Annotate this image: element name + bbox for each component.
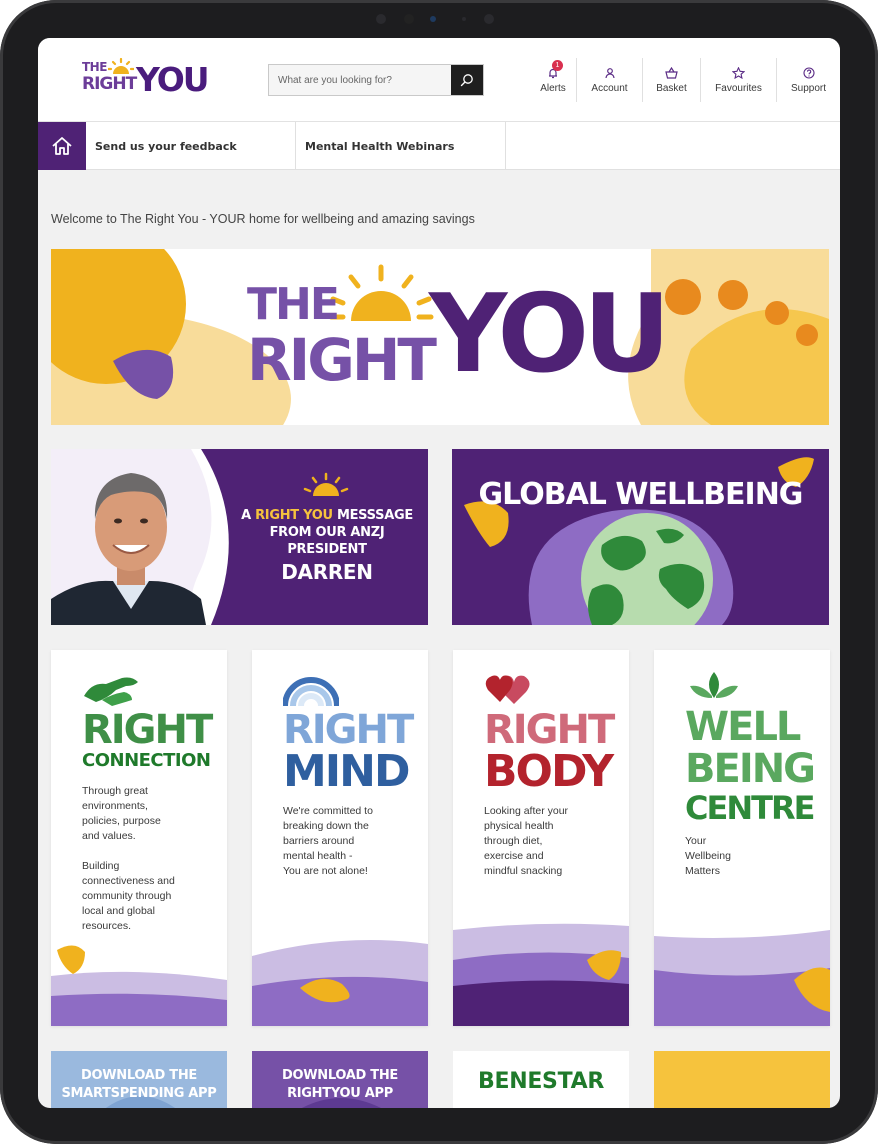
card4-title3: CENTRE <box>685 789 815 827</box>
message-a: A <box>241 508 256 523</box>
welcome-text: Welcome to The Right You - YOUR home for… <box>51 212 475 226</box>
card3-wave <box>453 923 629 1026</box>
smartspending-line1: DOWNLOAD THE <box>81 1068 197 1083</box>
card-right-connection[interactable]: RIGHT CONNECTION Through great environme… <box>51 650 227 1026</box>
feedback-link[interactable]: Send us your feedback <box>86 122 296 170</box>
rainbow-icon <box>283 677 339 706</box>
card3-title2: BODY <box>484 746 614 797</box>
alerts-badge: 1 <box>552 60 563 71</box>
search-input[interactable] <box>269 65 453 95</box>
card4-desc: Your Wellbeing Matters <box>685 835 731 877</box>
rightyou-app-card[interactable]: DOWNLOAD THE RIGHTYOU APP <box>252 1051 428 1108</box>
search-bar <box>268 64 484 96</box>
president-name: DARREN <box>281 560 373 584</box>
hero-you: YOU <box>429 272 671 397</box>
site-header: THE RIGHT YOU 1 <box>38 38 840 122</box>
help-icon <box>802 66 815 79</box>
global-wellbeing-banner[interactable]: GLOBAL WELLBEING <box>452 449 829 625</box>
logo-right: RIGHT <box>82 74 137 94</box>
benestar-card[interactable]: BENESTAR <box>453 1051 629 1108</box>
message-b: MESSSAGE <box>332 508 413 523</box>
card-right-body[interactable]: RIGHT BODY Looking after your physical h… <box>453 650 629 1026</box>
lotus-icon <box>690 672 738 698</box>
card4-title1: WELL <box>685 704 801 750</box>
rightyou-line1: DOWNLOAD THE <box>282 1068 398 1083</box>
nav-alerts[interactable]: 1 Alerts <box>530 58 576 102</box>
nav-basket-label: Basket <box>656 82 687 94</box>
header-nav: 1 Alerts Account Basket Favourites Suppo… <box>530 58 840 102</box>
sub-navigation: Send us your feedback Mental Health Webi… <box>38 122 840 170</box>
card3-desc: Looking after your physical health throu… <box>484 805 569 877</box>
card4-title2: BEING <box>685 746 816 792</box>
user-icon <box>604 67 615 78</box>
screen: THE RIGHT YOU 1 <box>38 38 840 1108</box>
hero-banner: THE RIGHT YOU <box>51 249 829 425</box>
webinars-link[interactable]: Mental Health Webinars <box>296 122 506 170</box>
nav-favourites-label: Favourites <box>715 82 762 94</box>
president-message-banner[interactable]: A RIGHT YOU MESSSAGE FROM OUR ANZJ PRESI… <box>51 449 428 625</box>
site-logo[interactable]: THE RIGHT YOU <box>80 58 210 102</box>
nav-account-label: Account <box>591 82 628 94</box>
card2-wave <box>252 940 428 1026</box>
hero-right: RIGHT <box>247 326 437 394</box>
hands-icon <box>84 677 138 706</box>
card-right-mind[interactable]: RIGHT MIND We're committed to breaking d… <box>252 650 428 1026</box>
home-button[interactable] <box>38 122 86 170</box>
hero-the: THE <box>247 279 340 330</box>
message-line3: PRESIDENT <box>287 542 367 557</box>
nav-favourites[interactable]: Favourites <box>700 58 776 102</box>
smartspending-line2: SMARTSPENDING APP <box>61 1086 217 1101</box>
nav-support-label: Support <box>790 82 827 94</box>
star-icon <box>732 66 745 79</box>
rightyou-line2: RIGHTYOU APP <box>287 1086 393 1101</box>
search-icon <box>460 74 473 87</box>
basket-icon <box>665 66 678 79</box>
globe-illustration <box>464 457 814 625</box>
logo-you: YOU <box>136 60 210 99</box>
card2-desc: We're committed to breaking down the bar… <box>283 805 373 877</box>
message-highlight: RIGHT YOU <box>255 508 333 523</box>
search-button[interactable] <box>451 65 483 95</box>
home-icon <box>52 137 72 155</box>
card-wellbeing-centre[interactable]: WELL BEING CENTRE Your Wellbeing Matters <box>654 650 830 1026</box>
global-wellbeing-title: GLOBAL WELLBEING <box>478 477 804 512</box>
smartspending-title: DOWNLOAD THE SMARTSPENDING APP <box>51 1067 227 1103</box>
tablet-frame: THE RIGHT YOU 1 <box>0 0 878 1144</box>
hearts-icon <box>485 675 530 704</box>
logo-the: THE <box>82 60 107 74</box>
president-message: A RIGHT YOU MESSSAGE FROM OUR ANZJ PRESI… <box>235 507 419 584</box>
card1-desc: Through great environments, policies, pu… <box>82 785 175 932</box>
card1-title2: CONNECTION <box>82 750 211 771</box>
nav-support[interactable]: Support <box>776 58 840 102</box>
smartspending-app-card[interactable]: DOWNLOAD THE SMARTSPENDING APP <box>51 1051 227 1108</box>
sun-icon <box>108 58 134 74</box>
card1-title1: RIGHT <box>82 707 213 753</box>
yellow-card[interactable] <box>654 1051 830 1108</box>
card1-wave <box>51 945 227 1026</box>
card4-wave <box>654 930 830 1026</box>
card2-title2: MIND <box>283 746 411 797</box>
nav-basket[interactable]: Basket <box>642 58 700 102</box>
rightyou-title: DOWNLOAD THE RIGHTYOU APP <box>252 1067 428 1103</box>
camera-bar <box>376 12 506 26</box>
benestar-title: BENESTAR <box>478 1069 604 1094</box>
message-line2: FROM OUR ANZJ <box>269 525 385 540</box>
nav-account[interactable]: Account <box>576 58 642 102</box>
nav-alerts-label: Alerts <box>540 82 566 94</box>
